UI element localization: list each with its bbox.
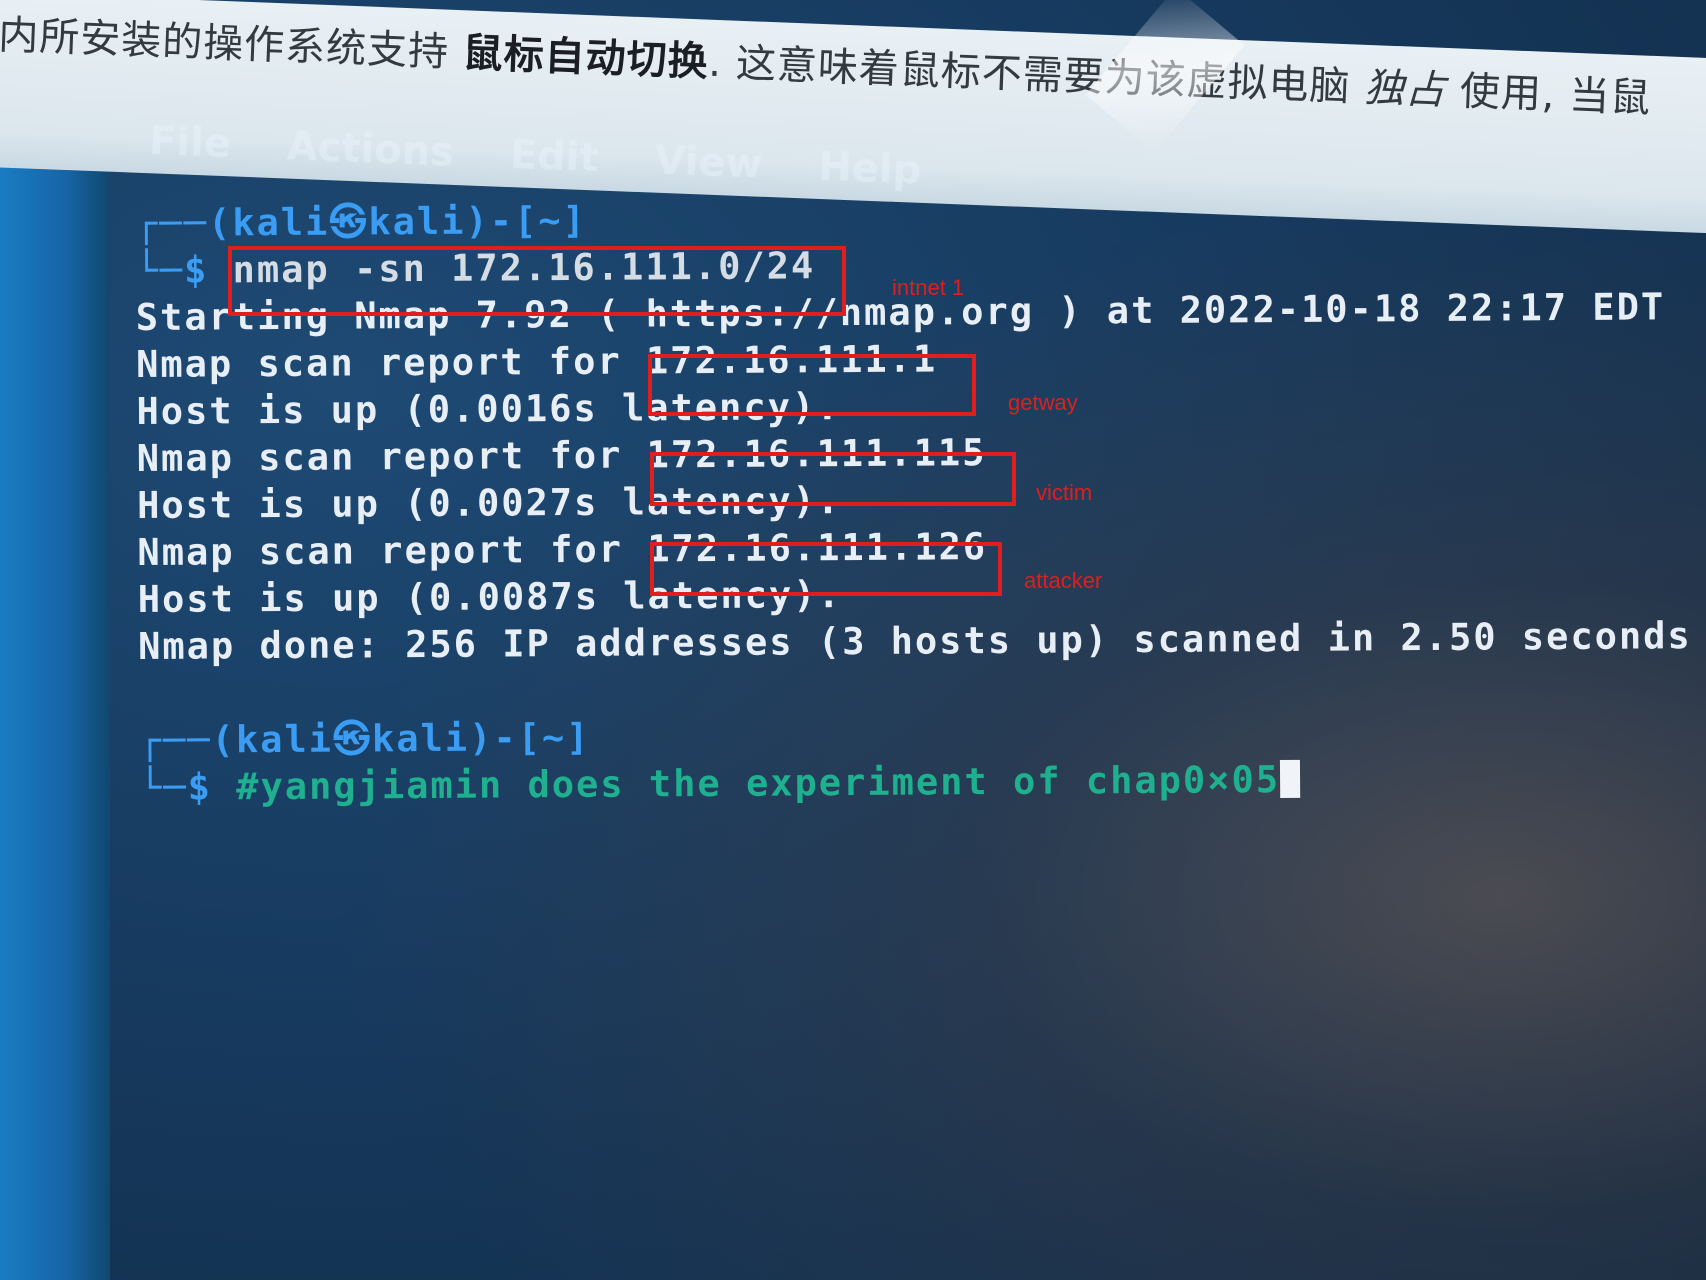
menu-help[interactable]: Help xyxy=(817,144,922,194)
comment-line: └─$ #yangjiamin does the experiment of c… xyxy=(139,753,1659,811)
report-prefix: Nmap scan report for xyxy=(136,433,647,480)
prompt-symbol-2: └─$ xyxy=(138,765,237,809)
menu-actions[interactable]: Actions xyxy=(286,123,455,175)
annotation-intnet: intnet 1 xyxy=(892,275,965,300)
banner-text-part: 内所安装的操作系统支持 xyxy=(0,12,464,77)
host-desktop-edge xyxy=(0,130,110,1280)
text-cursor xyxy=(1279,759,1301,799)
annotation-attacker: attacker xyxy=(1024,568,1103,593)
annotation-victim: victim xyxy=(1036,480,1093,505)
menu-view[interactable]: View xyxy=(654,137,764,187)
annotation-getway: getway xyxy=(1008,390,1078,415)
banner-text-part: . 这意味着鼠标不需要为该虚拟电脑 xyxy=(707,39,1366,111)
photo-of-monitor: 内所安装的操作系统支持 鼠标自动切换. 这意味着鼠标不需要为该虚拟电脑 独占 使… xyxy=(0,0,1706,1280)
prompt-symbol: └─$ xyxy=(135,248,233,292)
banner-text: 内所安装的操作系统支持 鼠标自动切换. 这意味着鼠标不需要为该虚拟电脑 独占 使… xyxy=(0,2,1652,123)
menu-file[interactable]: File xyxy=(148,118,232,167)
highlight-victim-box xyxy=(650,452,1016,506)
highlight-gateway-box xyxy=(648,354,976,416)
banner-text-part: 使用, 当鼠 xyxy=(1445,67,1653,122)
report-prefix: Nmap scan report for xyxy=(137,527,648,574)
banner-bold-text: 鼠标自动切换 xyxy=(461,30,710,86)
menu-edit[interactable]: Edit xyxy=(509,132,599,181)
report-prefix: Nmap scan report for xyxy=(135,339,647,386)
banner-italic-text: 独占 xyxy=(1363,64,1448,114)
highlight-command-box xyxy=(228,246,846,316)
highlight-attacker-box xyxy=(650,542,1002,596)
user-comment: #yangjiamin does the experiment of chap0… xyxy=(236,758,1281,809)
